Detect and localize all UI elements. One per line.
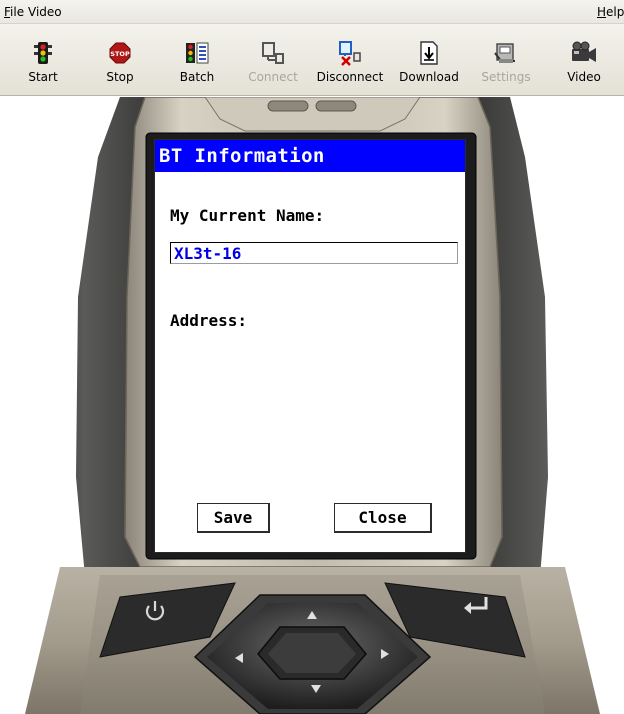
down-arrow-icon bbox=[311, 685, 321, 693]
connect-label: Connect bbox=[248, 70, 298, 84]
connect-button[interactable]: Connect bbox=[236, 38, 310, 94]
download-label: Download bbox=[399, 70, 459, 84]
enter-icon bbox=[464, 597, 488, 614]
stop-button[interactable]: STOP Stop bbox=[83, 38, 157, 94]
stop-label: Stop bbox=[106, 70, 134, 84]
enter-button[interactable] bbox=[460, 593, 492, 619]
save-button[interactable]: Save bbox=[197, 503, 270, 533]
disconnect-label: Disconnect bbox=[316, 70, 384, 84]
dpad-right[interactable] bbox=[380, 645, 390, 659]
screen-title: BT Information bbox=[155, 140, 465, 172]
up-arrow-icon bbox=[307, 611, 317, 619]
menu-help-label: elp bbox=[606, 5, 624, 19]
right-arrow-icon bbox=[381, 649, 389, 659]
menu-help-mnemonic: H bbox=[597, 5, 607, 19]
address-label: Address: bbox=[170, 311, 248, 330]
power-icon bbox=[145, 601, 165, 621]
video-button[interactable]: Video bbox=[547, 38, 621, 94]
menu-video[interactable]: Video bbox=[28, 5, 62, 19]
batch-button[interactable]: Batch bbox=[160, 38, 234, 94]
menu-file-label: ile bbox=[10, 5, 25, 19]
current-name-label: My Current Name: bbox=[170, 206, 325, 225]
download-button[interactable]: Download bbox=[392, 38, 466, 94]
traffic-light-icon bbox=[27, 38, 59, 68]
connect-icon bbox=[257, 38, 289, 68]
dpad-up[interactable] bbox=[306, 605, 318, 619]
stop-sign-icon: STOP bbox=[104, 38, 136, 68]
name-input[interactable] bbox=[170, 242, 458, 264]
download-icon bbox=[413, 38, 445, 68]
toolbar: Start STOP Stop Batch Connect Disconnect… bbox=[0, 24, 624, 96]
batch-label: Batch bbox=[179, 70, 215, 84]
video-camera-icon bbox=[568, 38, 600, 68]
left-arrow-icon bbox=[235, 653, 243, 663]
batch-icon bbox=[181, 38, 213, 68]
video-label: Video bbox=[567, 70, 601, 84]
stop-sign-text: STOP bbox=[110, 50, 130, 58]
close-button[interactable]: Close bbox=[334, 503, 432, 533]
menu-help[interactable]: Help bbox=[597, 5, 624, 19]
device-screen: BT Information My Current Name: Address:… bbox=[154, 139, 466, 553]
power-button[interactable] bbox=[140, 597, 170, 627]
start-label: Start bbox=[28, 70, 58, 84]
settings-icon bbox=[490, 38, 522, 68]
dpad-left[interactable] bbox=[234, 649, 244, 663]
settings-label: Settings bbox=[481, 70, 531, 84]
disconnect-button[interactable]: Disconnect bbox=[313, 38, 387, 94]
dpad-down[interactable] bbox=[310, 679, 322, 693]
dpad-center[interactable] bbox=[286, 633, 338, 673]
menu-bar: File Video Help bbox=[0, 0, 624, 24]
settings-button[interactable]: Settings bbox=[469, 38, 543, 94]
start-button[interactable]: Start bbox=[6, 38, 80, 94]
disconnect-icon bbox=[334, 38, 366, 68]
menu-file[interactable]: File bbox=[4, 5, 24, 19]
